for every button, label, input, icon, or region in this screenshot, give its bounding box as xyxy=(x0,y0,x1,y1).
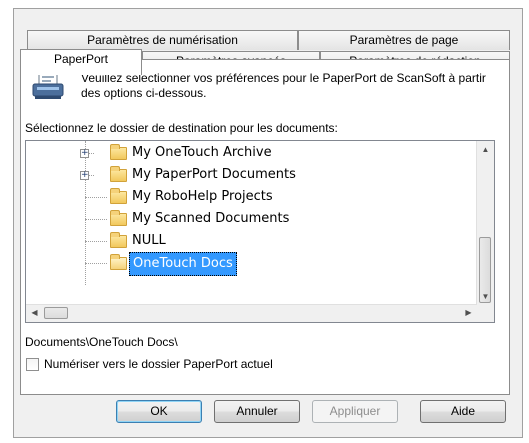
destination-folder-label: Sélectionnez le dossier de destination p… xyxy=(25,121,338,135)
tree-item-onetouch-docs[interactable]: OneTouch Docs xyxy=(26,252,486,276)
folder-icon xyxy=(110,232,127,248)
tab-parametres-numerisation[interactable]: Paramètres de numérisation xyxy=(27,30,298,50)
tree-item-null[interactable]: NULL xyxy=(26,230,486,252)
expand-icon[interactable]: + xyxy=(80,171,89,180)
scroll-down-arrow-icon[interactable]: ▼ xyxy=(477,288,494,305)
open-folder-icon xyxy=(110,254,127,270)
folder-icon xyxy=(110,166,127,182)
tree-item-label: NULL xyxy=(132,233,166,248)
tree-item-label: My PaperPort Documents xyxy=(132,167,296,182)
intro-text: Veuillez sélectionner vos préférences po… xyxy=(81,71,486,100)
ok-button[interactable]: OK xyxy=(116,400,202,423)
selected-folder-path: Documents\OneTouch Docs\ xyxy=(25,335,178,349)
tree-item-my-onetouch-archive[interactable]: + My OneTouch Archive xyxy=(26,142,486,164)
tree-horizontal-scrollbar[interactable]: ◀ ▶ xyxy=(26,304,477,322)
cancel-button[interactable]: Annuler xyxy=(214,400,300,423)
checkbox-label: Numériser vers le dossier PaperPort actu… xyxy=(44,357,273,371)
paperport-tab-panel: Veuillez sélectionner vos préférences po… xyxy=(20,59,510,395)
help-button[interactable]: Aide xyxy=(420,400,506,423)
tab-parametres-page[interactable]: Paramètres de page xyxy=(298,30,510,50)
scan-to-current-folder-checkbox[interactable] xyxy=(26,358,39,372)
folder-icon xyxy=(110,210,127,226)
horizontal-scroll-thumb[interactable] xyxy=(44,307,68,319)
scroll-up-arrow-icon[interactable]: ▲ xyxy=(477,141,494,158)
scrollbar-corner xyxy=(477,305,494,322)
tree-item-my-scanned-documents[interactable]: My Scanned Documents xyxy=(26,208,486,230)
scroll-left-arrow-icon[interactable]: ◀ xyxy=(26,304,43,321)
folder-icon xyxy=(110,188,127,204)
tree-item-label: My RoboHelp Projects xyxy=(132,189,273,204)
tree-vertical-scrollbar[interactable]: ▲ ▼ xyxy=(476,141,494,305)
folder-tree[interactable]: + My OneTouch Archive + My PaperPort Doc… xyxy=(25,140,495,323)
tree-item-my-robohelp-projects[interactable]: My RoboHelp Projects xyxy=(26,186,486,208)
folder-icon xyxy=(110,144,127,160)
scroll-right-arrow-icon[interactable]: ▶ xyxy=(460,304,477,321)
tree-item-label: My OneTouch Archive xyxy=(132,145,272,160)
scan-to-current-folder-option[interactable]: Numériser vers le dossier PaperPort actu… xyxy=(26,357,273,372)
tree-item-my-paperport-documents[interactable]: + My PaperPort Documents xyxy=(26,164,486,186)
expand-icon[interactable]: + xyxy=(80,149,89,158)
apply-button[interactable]: Appliquer xyxy=(312,400,398,423)
tree-item-label: My Scanned Documents xyxy=(132,211,290,226)
tab-paperport[interactable]: PaperPort xyxy=(20,49,142,75)
tree-item-label-selected: OneTouch Docs xyxy=(129,252,237,276)
